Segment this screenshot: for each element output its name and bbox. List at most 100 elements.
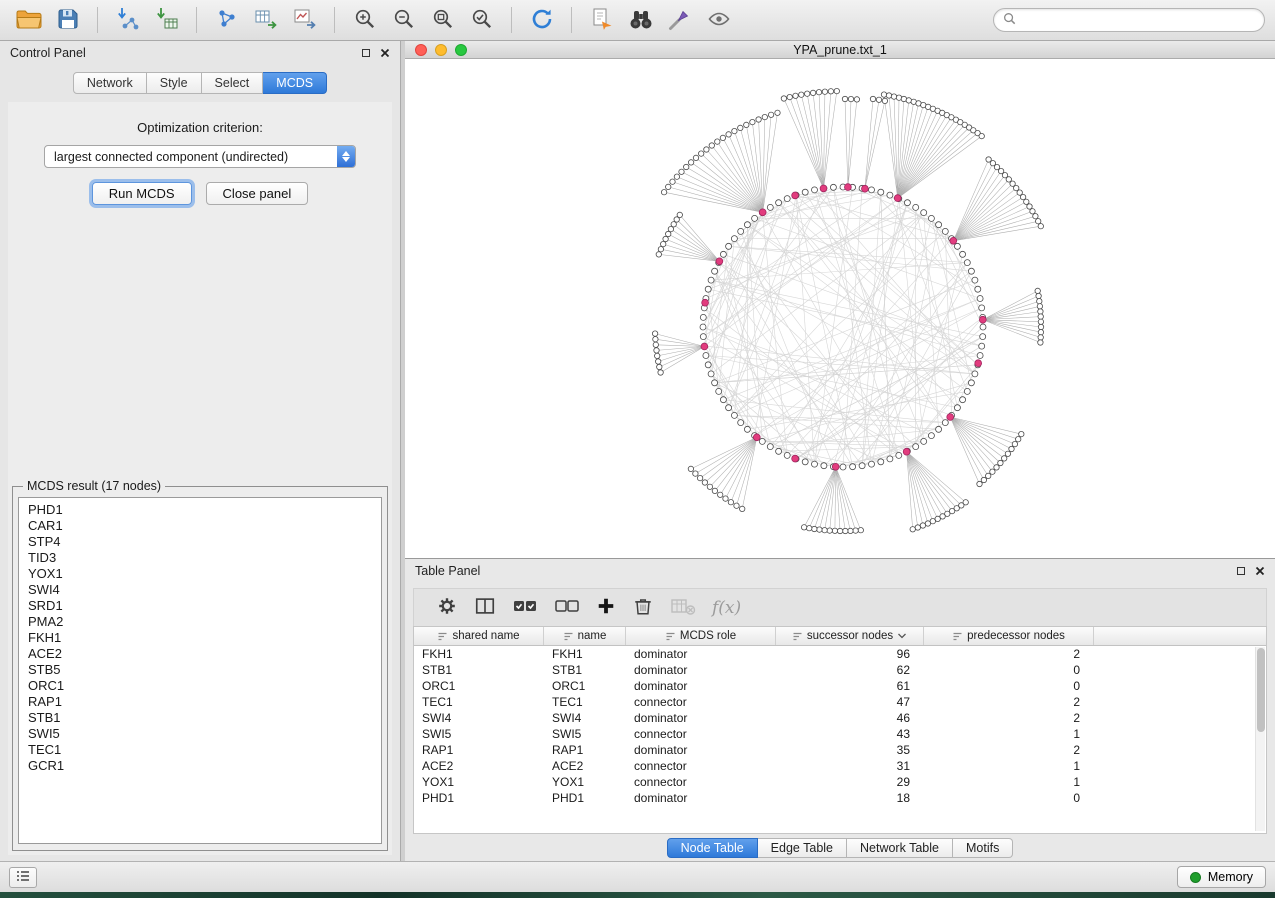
table-row[interactable]: SWI4SWI4dominator462	[414, 710, 1266, 726]
style-wand-button[interactable]	[661, 4, 698, 36]
network-window-titlebar[interactable]: YPA_prune.txt_1	[405, 41, 1275, 59]
network-canvas[interactable]	[405, 59, 1275, 558]
panel-splitter[interactable]	[400, 41, 405, 861]
delete-row-button[interactable]	[632, 595, 654, 620]
memory-button[interactable]: Memory	[1177, 866, 1266, 888]
search-box[interactable]	[993, 8, 1265, 32]
mcds-result-item[interactable]: STP4	[19, 534, 381, 550]
splitter-collapse-icon[interactable]	[400, 443, 406, 469]
import-table-button[interactable]	[148, 4, 185, 36]
deselect-all-button[interactable]	[554, 595, 580, 620]
table-row[interactable]: SWI5SWI5connector431	[414, 726, 1266, 742]
mcds-result-item[interactable]: FKH1	[19, 630, 381, 646]
memory-button-label: Memory	[1208, 870, 1253, 884]
float-table-panel-icon[interactable]	[1237, 567, 1245, 575]
float-panel-icon[interactable]	[362, 49, 370, 57]
right-column: YPA_prune.txt_1 Table Panel f(x) shared …	[405, 41, 1275, 861]
table-row[interactable]: STB1STB1dominator620	[414, 662, 1266, 678]
table-scrollbar[interactable]	[1255, 647, 1265, 831]
column-header-predecessor-nodes[interactable]: predecessor nodes	[924, 627, 1094, 645]
mcds-result-item[interactable]: ACE2	[19, 646, 381, 662]
table-row[interactable]: ACE2ACE2connector311	[414, 758, 1266, 774]
import-network-button[interactable]	[109, 4, 146, 36]
control-panel-tabs: NetworkStyleSelectMCDS	[0, 72, 400, 94]
table-row[interactable]: RAP1RAP1dominator352	[414, 742, 1266, 758]
mcds-result-item[interactable]: SWI5	[19, 726, 381, 742]
export-network-button[interactable]	[208, 4, 245, 36]
mcds-result-item[interactable]: PMA2	[19, 614, 381, 630]
column-header-shared-name[interactable]: shared name	[414, 627, 544, 645]
tab-select[interactable]: Select	[202, 72, 264, 94]
find-button[interactable]	[622, 4, 659, 36]
scrollbar-thumb[interactable]	[1257, 648, 1265, 732]
network-window-title: YPA_prune.txt_1	[793, 43, 887, 57]
refresh-button[interactable]	[523, 4, 560, 36]
table-row[interactable]: FKH1FKH1dominator962	[414, 646, 1266, 662]
mcds-result-item[interactable]: RAP1	[19, 694, 381, 710]
columns-icon	[474, 595, 496, 620]
add-row-button[interactable]	[596, 596, 616, 619]
mcds-result-item[interactable]: TID3	[19, 550, 381, 566]
mcds-result-list[interactable]: PHD1CAR1STP4TID3YOX1SWI4SRD1PMA2FKH1ACE2…	[18, 497, 382, 844]
mcds-result-item[interactable]: STB5	[19, 662, 381, 678]
settings-gear-button[interactable]	[436, 595, 458, 620]
tab-node-table[interactable]: Node Table	[667, 838, 758, 858]
save-button[interactable]	[49, 4, 86, 36]
zoom-fit-button[interactable]	[424, 4, 461, 36]
mcds-result-item[interactable]: SWI4	[19, 582, 381, 598]
mcds-result-item[interactable]: SRD1	[19, 598, 381, 614]
table-cell: 1	[924, 727, 1094, 741]
mcds-result-item[interactable]: GCR1	[19, 758, 381, 774]
table-row[interactable]: YOX1YOX1connector291	[414, 774, 1266, 790]
run-mcds-button[interactable]: Run MCDS	[92, 182, 192, 205]
tab-edge-table[interactable]: Edge Table	[758, 838, 847, 858]
show-hide-button[interactable]	[700, 4, 737, 36]
table-row[interactable]: PHD1PHD1dominator180	[414, 790, 1266, 806]
close-window-icon[interactable]	[415, 44, 427, 56]
table-cell: SWI5	[414, 727, 544, 741]
column-header-MCDS-role[interactable]: MCDS role	[626, 627, 776, 645]
mcds-result-item[interactable]: STB1	[19, 710, 381, 726]
column-header-name[interactable]: name	[544, 627, 626, 645]
table-cell: SWI4	[414, 711, 544, 725]
column-header-successor-nodes[interactable]: successor nodes	[776, 627, 924, 645]
close-panel-icon[interactable]	[380, 48, 390, 58]
maximize-window-icon[interactable]	[455, 44, 467, 56]
export-table-button[interactable]	[247, 4, 284, 36]
table-toolbar: f(x)	[413, 588, 1267, 626]
table-row[interactable]: TEC1TEC1connector472	[414, 694, 1266, 710]
zoom-in-button[interactable]	[346, 4, 383, 36]
close-table-panel-icon[interactable]	[1255, 566, 1265, 576]
settings-gear-icon	[436, 595, 458, 620]
task-history-button[interactable]	[9, 867, 37, 888]
close-panel-button[interactable]: Close panel	[206, 182, 309, 205]
criterion-selected-value: largest connected component (undirected)	[45, 150, 337, 164]
mcds-result-item[interactable]: CAR1	[19, 518, 381, 534]
column-header-filler	[1094, 627, 1266, 645]
tab-mcds[interactable]: MCDS	[263, 72, 327, 94]
table-cell: TEC1	[414, 695, 544, 709]
tab-motifs[interactable]: Motifs	[953, 838, 1013, 858]
mcds-result-item[interactable]: ORC1	[19, 678, 381, 694]
clone-network-button[interactable]	[583, 4, 620, 36]
zoom-out-button[interactable]	[385, 4, 422, 36]
columns-button[interactable]	[474, 595, 496, 620]
select-all-button[interactable]	[512, 595, 538, 620]
table-row[interactable]: ORC1ORC1dominator610	[414, 678, 1266, 694]
zoom-selected-button[interactable]	[463, 4, 500, 36]
tab-style[interactable]: Style	[147, 72, 202, 94]
tab-network[interactable]: Network	[73, 72, 147, 94]
table-cell: SWI5	[544, 727, 626, 741]
export-image-button[interactable]	[286, 4, 323, 36]
find-icon	[628, 7, 654, 34]
minimize-window-icon[interactable]	[435, 44, 447, 56]
search-input[interactable]	[1022, 13, 1255, 27]
criterion-select[interactable]: largest connected component (undirected)	[44, 145, 356, 168]
tab-network-table[interactable]: Network Table	[847, 838, 953, 858]
mcds-result-item[interactable]: TEC1	[19, 742, 381, 758]
mcds-result-item[interactable]: YOX1	[19, 566, 381, 582]
status-bar: Memory	[0, 861, 1275, 892]
style-wand-icon	[668, 7, 692, 34]
mcds-result-item[interactable]: PHD1	[19, 502, 381, 518]
open-folder-button[interactable]	[10, 4, 47, 36]
